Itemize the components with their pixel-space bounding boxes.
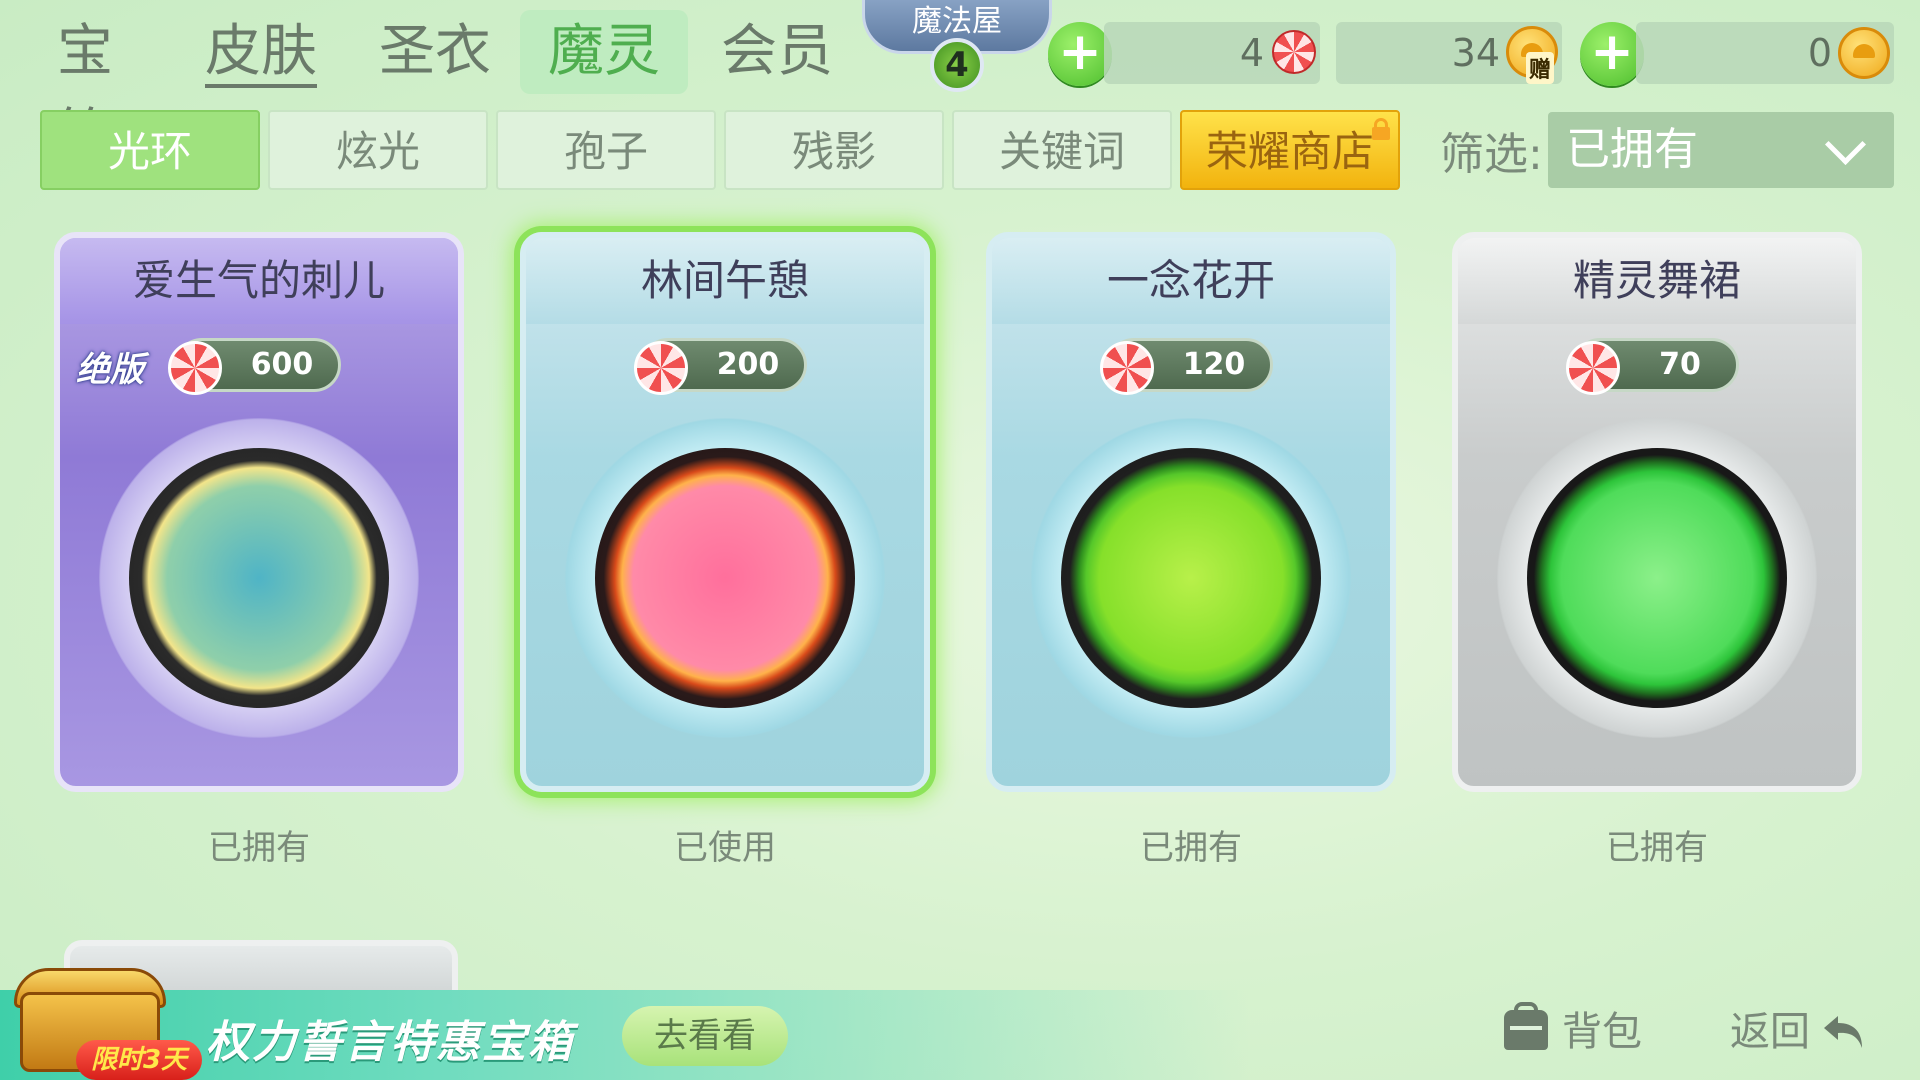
card-status: 已拥有: [1140, 828, 1242, 868]
subtab-label: 孢子: [563, 127, 648, 176]
halo-frame: [99, 418, 419, 738]
back-button[interactable]: 返回: [1730, 1000, 1880, 1064]
promo-title: 权力誓言特惠宝箱: [206, 1017, 574, 1068]
subtab-spore[interactable]: 孢子: [496, 110, 716, 190]
card-status: 已使用: [674, 828, 776, 868]
halo-frame: [565, 418, 885, 738]
halo-card[interactable]: 爱生气的刺儿 绝版 600: [54, 232, 464, 792]
price-value: 120: [1182, 347, 1246, 382]
lollipop-count: 4: [1239, 31, 1264, 75]
subtab-keyword[interactable]: 关键词: [952, 110, 1172, 190]
halo-preview-image: [595, 448, 855, 708]
halo-card[interactable]: 精灵舞裙 70: [1452, 232, 1862, 792]
lollipop-counter: 4: [1104, 22, 1320, 84]
filter-selected-value: 已拥有: [1566, 124, 1698, 175]
gift-coin-count: 34: [1451, 31, 1500, 75]
backpack-icon: [1504, 1002, 1548, 1050]
gift-coin-counter: 34 赠: [1336, 22, 1562, 84]
subtab-honor-shop[interactable]: 荣耀商店: [1180, 110, 1400, 190]
lollipop-icon: [1100, 341, 1154, 395]
tab-label: 圣衣: [379, 19, 491, 84]
subtab-halo[interactable]: 光环: [40, 110, 260, 190]
return-arrow-icon: [1824, 1016, 1862, 1048]
lollipop-icon: [1566, 341, 1620, 395]
price-value: 600: [250, 347, 314, 382]
tab-skin[interactable]: 皮肤: [196, 10, 326, 94]
tab-label: 会员: [721, 19, 833, 84]
magic-house-label: 魔法屋: [912, 4, 1002, 39]
lollipop-icon: [634, 341, 688, 395]
filter-label: 筛选:: [1440, 129, 1543, 180]
limited-time-tag: 限时3天: [76, 1040, 202, 1080]
magic-house-level-badge: 4: [930, 38, 984, 92]
backpack-button[interactable]: 背包: [1504, 1000, 1664, 1064]
subtab-label: 炫光: [335, 127, 420, 176]
halo-card[interactable]: 一念花开 120: [986, 232, 1396, 792]
tab-holy-armor[interactable]: 圣衣: [370, 10, 500, 94]
out-of-print-badge: 绝版: [76, 350, 144, 390]
price-pill: 600: [168, 338, 341, 395]
add-coin-button[interactable]: +: [1580, 22, 1644, 86]
coin-counter: 0: [1636, 22, 1894, 84]
card-title: 精灵舞裙: [1572, 256, 1741, 305]
go-see-button[interactable]: 去看看: [622, 1006, 788, 1066]
tab-label: 皮肤: [205, 19, 317, 88]
lock-icon: [1372, 118, 1390, 140]
price-value: 200: [716, 347, 780, 382]
tab-treasure-chest[interactable]: 宝箱: [30, 10, 140, 168]
tab-membership[interactable]: 会员: [712, 10, 842, 94]
subtab-label: 关键词: [998, 127, 1125, 176]
card-title: 一念花开: [1106, 256, 1275, 305]
card-status: 已拥有: [208, 828, 310, 868]
lollipop-icon: [168, 341, 222, 395]
card-title: 爱生气的刺儿: [132, 256, 385, 305]
halo-card[interactable]: 林间午憩 200: [520, 232, 930, 792]
halo-preview-image: [1527, 448, 1787, 708]
magic-house-button[interactable]: 魔法屋 4: [862, 0, 1052, 104]
price-value: 70: [1659, 347, 1701, 382]
tab-magic-spirit[interactable]: 魔灵: [520, 10, 688, 94]
halo-preview-image: [1061, 448, 1321, 708]
coin-icon: [1838, 27, 1890, 79]
price-pill: 70: [1566, 338, 1739, 395]
halo-frame: [1497, 418, 1817, 738]
chevron-down-icon: [1824, 123, 1867, 166]
tab-label: 魔灵: [548, 19, 660, 84]
card-status: 已拥有: [1606, 828, 1708, 868]
subtab-label: 残影: [791, 127, 876, 176]
filter-dropdown[interactable]: 已拥有: [1548, 112, 1894, 188]
back-label: 返回: [1730, 1009, 1810, 1055]
backpack-label: 背包: [1562, 1009, 1642, 1055]
subtab-afterimage[interactable]: 残影: [724, 110, 944, 190]
gift-tag: 赠: [1526, 52, 1555, 84]
price-pill: 120: [1100, 338, 1273, 395]
price-pill: 200: [634, 338, 807, 395]
lollipop-icon: [1272, 30, 1316, 74]
card-title: 林间午憩: [640, 256, 809, 305]
subtab-label: 荣耀商店: [1205, 127, 1374, 176]
halo-frame: [1031, 418, 1351, 738]
halo-preview-image: [129, 448, 389, 708]
coin-count: 0: [1807, 31, 1832, 75]
add-lollipop-button[interactable]: +: [1048, 22, 1112, 86]
subtab-glow[interactable]: 炫光: [268, 110, 488, 190]
subtab-label: 光环: [107, 127, 192, 176]
